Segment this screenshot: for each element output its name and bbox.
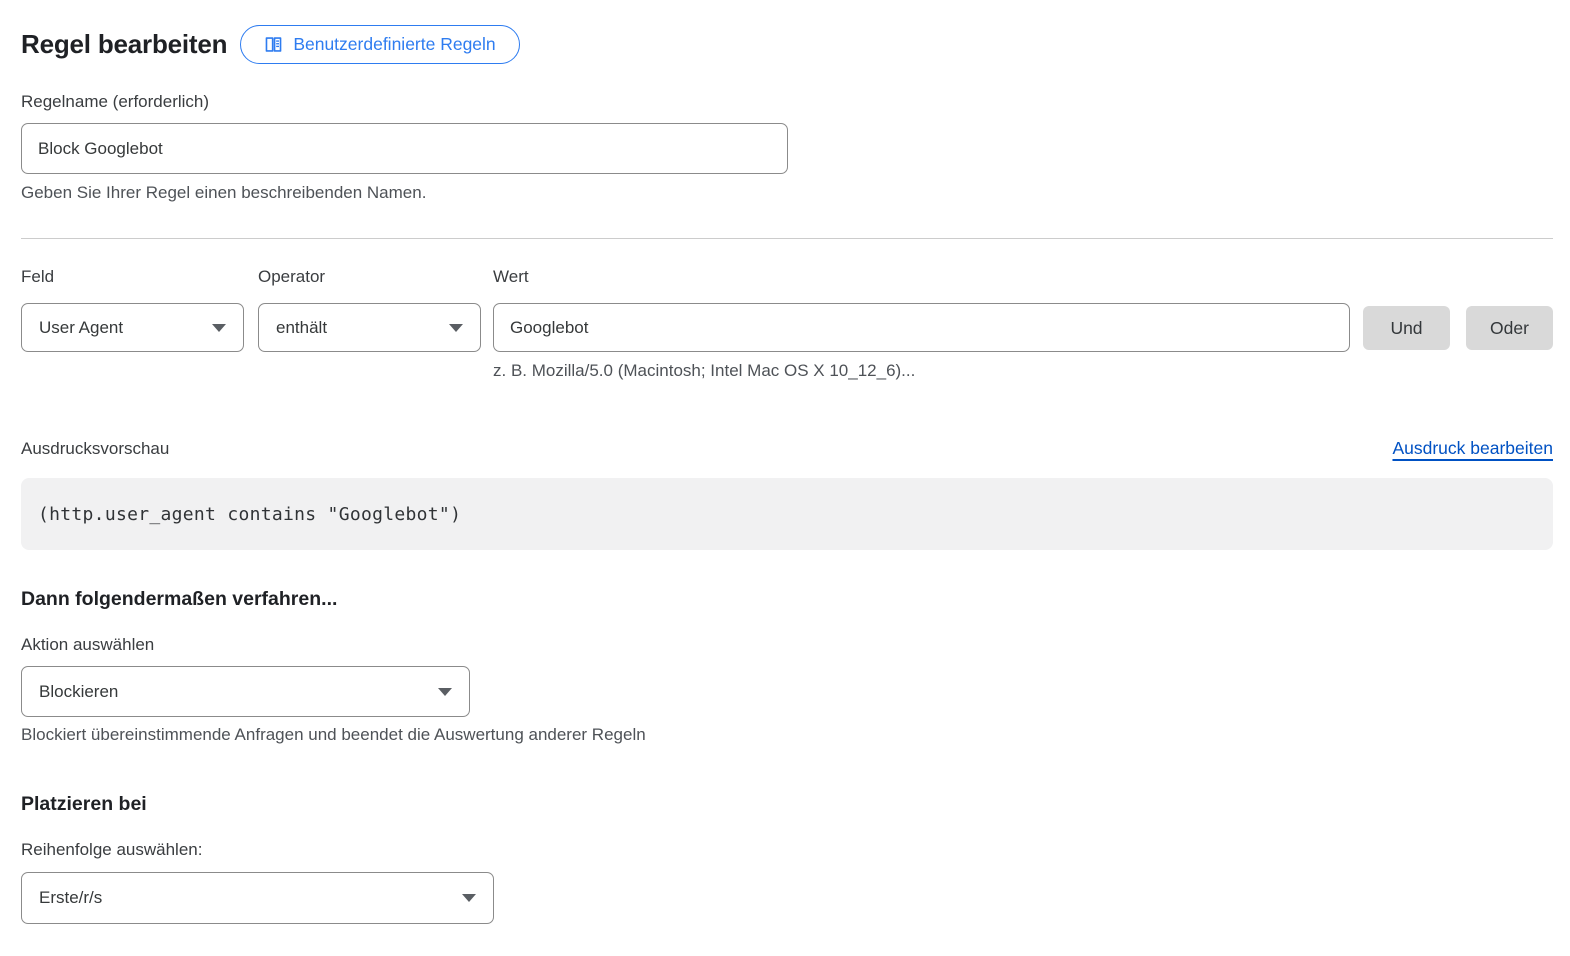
order-select-label: Reihenfolge auswählen:	[21, 840, 1553, 860]
value-input[interactable]	[493, 303, 1350, 352]
or-button[interactable]: Oder	[1466, 306, 1553, 350]
field-select-value: User Agent	[39, 318, 123, 338]
rule-name-input[interactable]	[21, 123, 788, 174]
and-button[interactable]: Und	[1363, 306, 1450, 350]
and-column: Und	[1363, 267, 1450, 381]
condition-row: Feld User Agent Operator enthält Wert z.…	[21, 267, 1553, 381]
action-select[interactable]: Blockieren	[21, 666, 470, 717]
chevron-down-icon	[449, 324, 463, 332]
action-section-heading: Dann folgendermaßen verfahren...	[21, 588, 1553, 611]
action-select-label: Aktion auswählen	[21, 635, 1553, 655]
operator-label: Operator	[258, 267, 481, 287]
rule-name-label: Regelname (erforderlich)	[21, 92, 1553, 112]
value-label: Wert	[493, 267, 1350, 287]
chevron-down-icon	[212, 324, 226, 332]
custom-rules-docs-button[interactable]: Benutzerdefinierte Regeln	[240, 25, 519, 64]
value-column: Wert z. B. Mozilla/5.0 (Macintosh; Intel…	[493, 267, 1350, 381]
order-select[interactable]: Erste/r/s	[21, 872, 494, 924]
operator-select[interactable]: enthält	[258, 303, 481, 352]
value-help: z. B. Mozilla/5.0 (Macintosh; Intel Mac …	[493, 361, 1350, 381]
expression-code: (http.user_agent contains "Googlebot")	[38, 504, 461, 525]
operator-column: Operator enthält	[258, 267, 481, 381]
open-book-icon	[264, 35, 283, 54]
order-select-value: Erste/r/s	[39, 888, 102, 908]
action-select-value: Blockieren	[39, 682, 118, 702]
custom-rules-docs-label: Benutzerdefinierte Regeln	[293, 34, 495, 55]
field-label: Feld	[21, 267, 244, 287]
field-select[interactable]: User Agent	[21, 303, 244, 352]
placement-section-heading: Platzieren bei	[21, 793, 1553, 816]
rule-editor-page: Regel bearbeiten Benutzerdefinierte Rege…	[0, 0, 1570, 924]
chevron-down-icon	[438, 688, 452, 696]
page-title: Regel bearbeiten	[21, 29, 227, 60]
chevron-down-icon	[462, 894, 476, 902]
section-divider	[21, 238, 1553, 239]
rule-name-help: Geben Sie Ihrer Regel einen beschreibend…	[21, 183, 1553, 203]
action-help: Blockiert übereinstimmende Anfragen und …	[21, 725, 1553, 745]
header: Regel bearbeiten Benutzerdefinierte Rege…	[21, 24, 1553, 64]
or-column: Oder	[1466, 267, 1553, 381]
field-column: Feld User Agent	[21, 267, 244, 381]
expression-preview-box: (http.user_agent contains "Googlebot")	[21, 478, 1553, 550]
edit-expression-link[interactable]: Ausdruck bearbeiten	[1392, 438, 1553, 459]
operator-select-value: enthält	[276, 318, 327, 338]
expression-header: Ausdrucksvorschau Ausdruck bearbeiten	[21, 438, 1553, 459]
expression-preview-label: Ausdrucksvorschau	[21, 439, 169, 459]
